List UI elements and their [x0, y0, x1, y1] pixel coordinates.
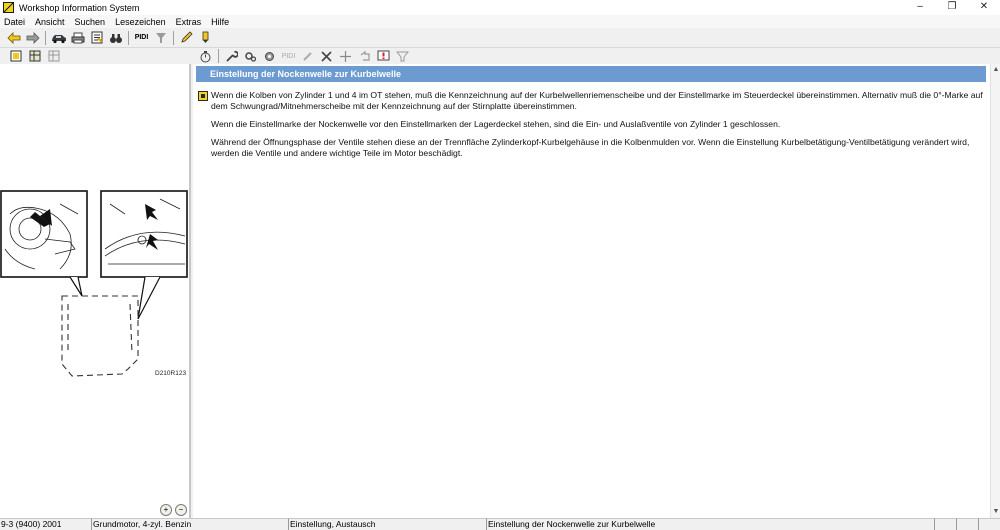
main-toolbar: PIDI — [0, 28, 1000, 48]
menu-lesezeichen[interactable]: Lesezeichen — [115, 17, 166, 27]
maximize-button[interactable]: ❐ — [936, 0, 968, 15]
back-arrow-icon[interactable] — [4, 30, 23, 46]
alert-icon[interactable] — [374, 48, 393, 64]
move-icon[interactable] — [336, 48, 355, 64]
menu-datei[interactable]: Datei — [4, 17, 25, 27]
menu-ansicht[interactable]: Ansicht — [35, 17, 65, 27]
secondary-toolbar: PIDI — [0, 48, 1000, 64]
wrench-icon[interactable] — [222, 48, 241, 64]
menu-extras[interactable]: Extras — [176, 17, 202, 27]
menu-bar: Datei Ansicht Suchen Lesezeichen Extras … — [0, 15, 1000, 28]
forward-arrow-icon[interactable] — [23, 30, 42, 46]
index-icon[interactable] — [6, 48, 25, 64]
link-icon[interactable] — [298, 48, 317, 64]
window-controls: – ❐ ✕ — [904, 0, 1000, 15]
illustration-code: D210R123 — [155, 370, 186, 377]
status-vehicle: 9-3 (9400) 2001 — [0, 518, 92, 530]
zoom-in-icon[interactable]: + — [160, 504, 172, 516]
status-cell-empty-2 — [957, 518, 979, 530]
minimize-button[interactable]: – — [904, 0, 936, 15]
gears-icon[interactable] — [241, 48, 260, 64]
status-bar: 9-3 (9400) 2001 Grundmotor, 4-zyl. Benzi… — [0, 518, 1000, 530]
zoom-controls: + − — [160, 504, 187, 516]
settings-icon[interactable] — [260, 48, 279, 64]
window-title: Workshop Information System — [19, 2, 140, 13]
undo-icon[interactable] — [355, 48, 374, 64]
content-pane: Einstellung der Nockenwelle zur Kurbelwe… — [193, 64, 1000, 518]
tools-icon[interactable] — [317, 48, 336, 64]
highlighter-icon[interactable] — [196, 30, 215, 46]
document-icon[interactable] — [87, 30, 106, 46]
illustration-pane: D210R123 + − — [0, 64, 191, 518]
status-cell-empty-3 — [979, 518, 1000, 530]
toolbar-separator — [173, 30, 174, 45]
filter-icon[interactable] — [393, 48, 412, 64]
title-bar: Workshop Information System – ❐ ✕ — [0, 0, 1000, 15]
left-pane-toolbar — [0, 48, 190, 64]
scroll-down-icon[interactable]: ▼ — [991, 506, 1000, 518]
binoculars-icon[interactable] — [106, 30, 125, 46]
status-engine: Grundmotor, 4-zyl. Benzin — [92, 518, 289, 530]
pidi-button[interactable]: PIDI — [132, 30, 151, 46]
stopwatch-icon[interactable] — [196, 48, 215, 64]
toolbar-separator — [45, 30, 46, 45]
scroll-up-icon[interactable]: ▲ — [991, 64, 1000, 76]
zoom-out-icon[interactable]: − — [175, 504, 187, 516]
article-body: Wenn die Kolben von Zylinder 1 und 4 im … — [198, 90, 983, 166]
pencil-icon[interactable] — [177, 30, 196, 46]
status-cell-empty-1 — [935, 518, 957, 530]
print-icon[interactable] — [68, 30, 87, 46]
vertical-scrollbar[interactable]: ▲ ▼ — [990, 64, 1000, 518]
funnel-icon[interactable] — [151, 30, 170, 46]
article-title: Einstellung der Nockenwelle zur Kurbelwe… — [196, 66, 986, 82]
status-topic: Einstellung der Nockenwelle zur Kurbelwe… — [487, 518, 935, 530]
info-icon[interactable] — [198, 91, 208, 101]
status-section: Einstellung, Austausch — [289, 518, 487, 530]
pidi-button[interactable]: PIDI — [279, 48, 298, 64]
paragraph-2: Wenn die Einstellmarke der Nockenwelle v… — [211, 119, 781, 129]
toolbar-separator — [218, 49, 219, 63]
grid-icon[interactable] — [44, 48, 63, 64]
menu-hilfe[interactable]: Hilfe — [211, 17, 229, 27]
menu-suchen[interactable]: Suchen — [75, 17, 106, 27]
toolbar-separator — [128, 30, 129, 45]
car-icon[interactable] — [49, 30, 68, 46]
paragraph-text: Wenn die Kolben von Zylinder 1 und 4 im … — [211, 90, 983, 111]
engine-timing-illustration: D210R123 — [0, 190, 188, 377]
paragraph-3: Während der Öffnungsphase der Ventile st… — [211, 137, 970, 158]
content-toolbar: PIDI — [190, 48, 1000, 64]
app-logo-icon — [3, 2, 14, 13]
close-button[interactable]: ✕ — [968, 0, 1000, 15]
paragraph-1: Wenn die Kolben von Zylinder 1 und 4 im … — [198, 90, 983, 112]
table-icon[interactable] — [25, 48, 44, 64]
